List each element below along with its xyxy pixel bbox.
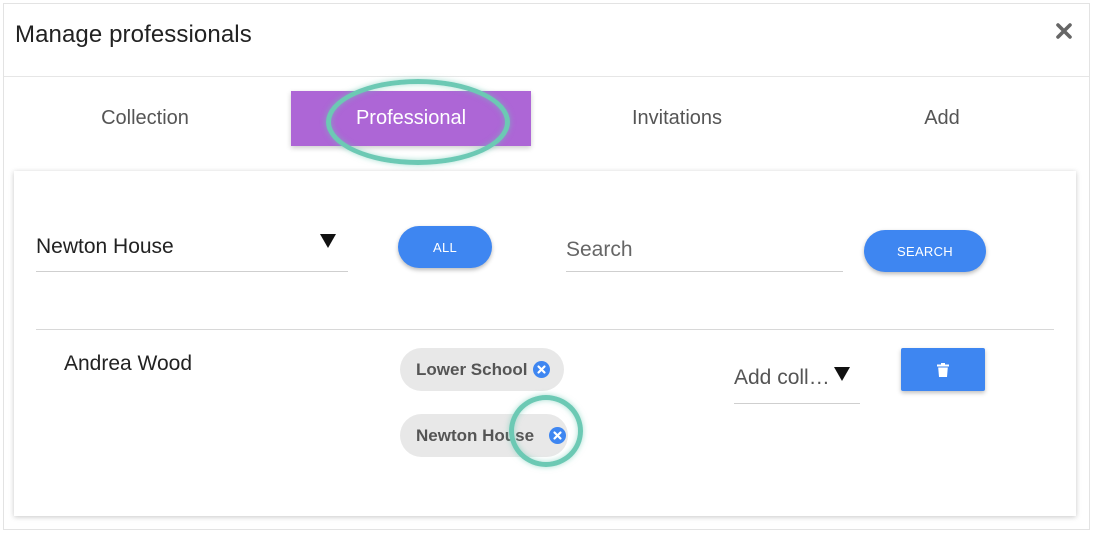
- close-button[interactable]: [1051, 18, 1077, 44]
- collection-chip: Newton House: [400, 414, 568, 457]
- collection-select-value: Newton House: [36, 235, 174, 258]
- professionals-panel: Newton House ALL SEARCH Andrea Wood Lowe…: [14, 171, 1076, 516]
- caret-down-icon: [834, 367, 850, 381]
- caret-down-icon: [320, 234, 336, 248]
- remove-chip-icon[interactable]: [533, 361, 550, 378]
- add-collection-select[interactable]: Add coll…: [734, 351, 860, 404]
- tab-add[interactable]: Add: [902, 91, 982, 146]
- tab-professional[interactable]: Professional: [291, 91, 531, 146]
- tab-bar: Collection Professional Invitations Add: [4, 91, 1089, 147]
- collection-chip: Lower School: [400, 348, 564, 391]
- add-collection-placeholder: Add coll…: [734, 366, 830, 389]
- close-icon: [1056, 23, 1072, 39]
- manage-professionals-modal: Manage professionals Collection Professi…: [3, 3, 1090, 530]
- modal-title: Manage professionals: [15, 21, 252, 48]
- chip-label: Newton House: [416, 425, 535, 445]
- delete-button[interactable]: [901, 348, 985, 391]
- chip-label: Lower School: [416, 359, 528, 379]
- trash-icon: [937, 362, 949, 377]
- tab-collection[interactable]: Collection: [80, 91, 210, 146]
- professional-name: Andrea Wood: [64, 352, 193, 375]
- tab-invitations[interactable]: Invitations: [612, 91, 742, 146]
- collection-select[interactable]: Newton House: [36, 221, 348, 272]
- all-button[interactable]: ALL: [398, 226, 492, 268]
- divider: [36, 329, 1054, 330]
- modal-header: Manage professionals: [4, 4, 1089, 77]
- remove-chip-icon[interactable]: [549, 427, 566, 444]
- search-button[interactable]: SEARCH: [864, 230, 986, 272]
- search-input[interactable]: [566, 228, 843, 272]
